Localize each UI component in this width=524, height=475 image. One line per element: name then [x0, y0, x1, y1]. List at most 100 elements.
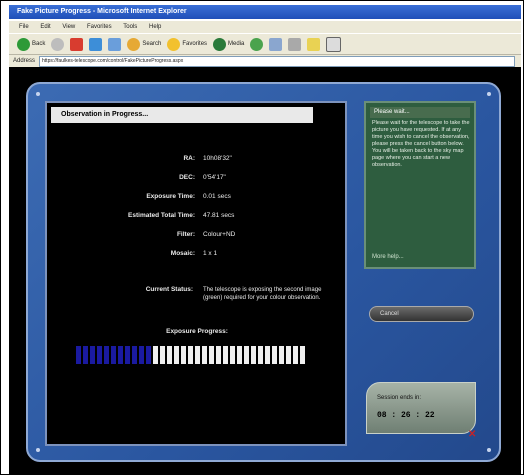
stop-icon[interactable] — [70, 37, 84, 51]
home-icon[interactable] — [108, 37, 122, 51]
address-input[interactable]: https://faulkes-telescope.com/control/Fa… — [39, 55, 515, 67]
field-label: Mosaic: — [170, 250, 195, 257]
folder-icon[interactable] — [307, 37, 321, 51]
cancel-button[interactable]: Cancel — [369, 306, 474, 322]
progress-segment — [174, 346, 179, 364]
menu-help[interactable]: Help — [149, 24, 161, 30]
field-label: Filter: — [176, 231, 195, 238]
progress-segment — [160, 346, 165, 364]
close-icon[interactable]: ✕ — [468, 429, 476, 440]
progress-segment — [90, 346, 95, 364]
field-dec: DEC: 0'54'17" — [47, 174, 347, 186]
menu-bar: File Edit View Favorites Tools Help — [9, 21, 521, 33]
progress-segment — [139, 346, 144, 364]
print-icon[interactable] — [288, 37, 302, 51]
progress-segment — [230, 346, 235, 364]
progress-segment — [286, 346, 291, 364]
progress-segment — [118, 346, 123, 364]
mail-icon[interactable] — [269, 37, 283, 51]
progress-segment — [209, 346, 214, 364]
field-total-time: Estimated Total Time: 47.81 secs — [47, 212, 347, 224]
field-mosaic: Mosaic: 1 x 1 — [47, 250, 347, 262]
rivet-icon — [487, 92, 491, 96]
status-text: The telescope is exposing the second ima… — [203, 287, 322, 301]
exposure-progress-bar — [76, 346, 305, 364]
session-timer: Session ends in: 08 : 26 : 22 — [366, 382, 476, 434]
media-icon — [213, 37, 227, 51]
progress-segment — [132, 346, 137, 364]
progress-segment — [300, 346, 305, 364]
field-label: Exposure Time: — [146, 193, 195, 200]
rivet-icon — [36, 92, 40, 96]
search-button[interactable]: Search — [127, 37, 162, 51]
back-button[interactable]: Back — [17, 37, 46, 51]
progress-segment — [237, 346, 242, 364]
rivet-icon — [487, 448, 491, 452]
media-button[interactable]: Media — [213, 37, 245, 51]
forward-icon[interactable] — [51, 37, 65, 51]
session-label: Session ends in: — [377, 395, 422, 401]
progress-segment — [76, 346, 81, 364]
field-value: Colour+ND — [203, 231, 236, 238]
control-panel: Observation in Progress... RA: 10h08'32"… — [26, 82, 501, 462]
progress-segment — [279, 346, 284, 364]
field-label: RA: — [183, 155, 195, 162]
menu-view[interactable]: View — [62, 24, 75, 30]
media-label: Media — [228, 41, 245, 47]
address-bar: Address https://faulkes-telescope.com/co… — [9, 55, 521, 67]
field-value: 0'54'17" — [203, 174, 226, 181]
exposure-progress-label: Exposure Progress: — [166, 328, 228, 335]
help-text: Please wait for the telescope to take th… — [372, 120, 470, 168]
field-value: 47.81 secs — [203, 212, 235, 219]
messenger-icon[interactable] — [326, 36, 342, 52]
observation-panel: Observation in Progress... RA: 10h08'32"… — [45, 101, 347, 446]
page-content: Observation in Progress... RA: 10h08'32"… — [9, 67, 521, 474]
menu-file[interactable]: File — [19, 24, 29, 30]
browser-window: Fake Picture Progress - Microsoft Intern… — [0, 0, 524, 475]
favorites-label: Favorites — [182, 41, 208, 47]
field-ra: RA: 10h08'32" — [47, 155, 347, 167]
address-label: Address — [13, 58, 36, 64]
progress-segment — [293, 346, 298, 364]
history-icon[interactable] — [250, 37, 264, 51]
menu-tools[interactable]: Tools — [123, 24, 137, 30]
status-label: Current Status: — [145, 286, 193, 293]
refresh-icon[interactable] — [89, 37, 103, 51]
progress-segment — [167, 346, 172, 364]
progress-segment — [244, 346, 249, 364]
field-exposure-time: Exposure Time: 0.01 secs — [47, 193, 347, 205]
title-bar: Fake Picture Progress - Microsoft Intern… — [9, 5, 521, 19]
search-icon — [127, 37, 141, 51]
field-filter: Filter: Colour+ND — [47, 231, 347, 243]
progress-segment — [104, 346, 109, 364]
window-title: Fake Picture Progress - Microsoft Intern… — [17, 8, 187, 15]
back-label: Back — [32, 41, 46, 47]
rivet-icon — [36, 448, 40, 452]
session-time: 08 : 26 : 22 — [377, 411, 435, 420]
help-panel: Please wait... Please wait for the teles… — [364, 101, 476, 269]
progress-segment — [265, 346, 270, 364]
observation-header: Observation in Progress... — [51, 107, 313, 123]
back-arrow-icon — [17, 37, 30, 51]
more-help-link[interactable]: More help... — [372, 254, 404, 260]
progress-segment — [272, 346, 277, 364]
progress-segment — [83, 346, 88, 364]
field-label: DEC: — [179, 174, 195, 181]
progress-segment — [223, 346, 228, 364]
progress-segment — [188, 346, 193, 364]
progress-segment — [251, 346, 256, 364]
progress-segment — [125, 346, 130, 364]
progress-segment — [202, 346, 207, 364]
progress-segment — [97, 346, 102, 364]
search-label: Search — [142, 41, 162, 47]
menu-favorites[interactable]: Favorites — [87, 24, 112, 30]
progress-segment — [216, 346, 221, 364]
help-title: Please wait... — [370, 107, 470, 118]
progress-segment — [111, 346, 116, 364]
field-value: 10h08'32" — [203, 155, 232, 162]
field-label: Estimated Total Time: — [128, 212, 195, 219]
progress-segment — [146, 346, 151, 364]
field-value: 0.01 secs — [203, 193, 231, 200]
menu-edit[interactable]: Edit — [40, 24, 50, 30]
favorites-button[interactable]: Favorites — [167, 37, 208, 51]
